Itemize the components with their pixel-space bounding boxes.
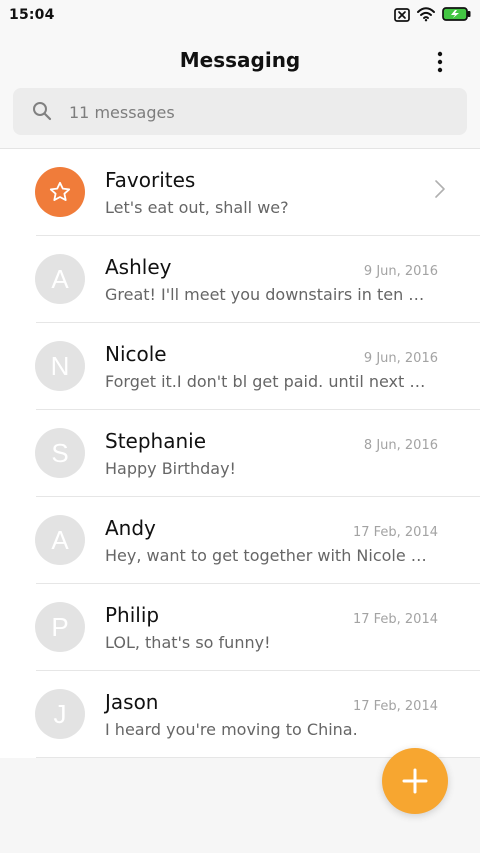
favorites-label: Favorites (105, 168, 196, 192)
message-date: 9 Jun, 2016 (363, 264, 438, 279)
conversation-row-stephanie[interactable]: S Stephanie Happy Birthday! 8 Jun, 2016 (0, 410, 480, 497)
top-area: 15:04 Messaging 11 messages (0, 0, 480, 148)
messaging-screen: 15:04 Messaging 11 messages Favorites Le… (0, 0, 480, 853)
conversation-row-philip[interactable]: P Philip LOL, that's so funny! 17 Feb, 2… (0, 584, 480, 671)
status-bar: 15:04 (0, 0, 480, 34)
close-box-icon (394, 7, 410, 26)
conversation-row-jason[interactable]: J Jason I heard you're moving to China. … (0, 671, 480, 758)
conversation-row-ashley[interactable]: A Ashley Great! I'll meet you downstairs… (0, 236, 480, 323)
favorites-preview: Let's eat out, shall we? (105, 198, 289, 217)
message-date: 17 Feb, 2014 (352, 525, 438, 540)
conversation-row-nicole[interactable]: N Nicole Forget it.I don't bl get paid. … (0, 323, 480, 410)
contact-avatar: A (35, 515, 85, 565)
message-preview: Happy Birthday! (105, 459, 236, 478)
conversation-row-andy[interactable]: A Andy Hey, want to get together with Ni… (0, 497, 480, 584)
contact-name: Philip (105, 603, 160, 627)
message-date: 9 Jun, 2016 (363, 351, 438, 366)
contact-name: Nicole (105, 342, 167, 366)
search-box[interactable] (13, 88, 467, 135)
message-preview: Hey, want to get together with Nicole … (105, 546, 427, 565)
conversation-list: Favorites Let's eat out, shall we? A Ash… (0, 148, 480, 758)
more-vertical-icon (437, 51, 443, 73)
contact-avatar: S (35, 428, 85, 478)
wifi-icon (416, 6, 436, 26)
favorites-avatar (35, 167, 85, 217)
message-date: 17 Feb, 2014 (352, 612, 438, 627)
plus-icon (402, 768, 428, 794)
search-input[interactable] (67, 97, 431, 127)
page-title: Messaging (179, 48, 301, 72)
new-message-button[interactable] (382, 748, 448, 814)
favorites-row[interactable]: Favorites Let's eat out, shall we? (0, 149, 480, 236)
search-icon (33, 102, 52, 121)
message-preview: Great! I'll meet you downstairs in ten … (105, 285, 425, 304)
message-date: 17 Feb, 2014 (352, 699, 438, 714)
contact-name: Ashley (105, 255, 172, 279)
star-icon (49, 181, 71, 201)
contact-avatar: A (35, 254, 85, 304)
contact-name: Andy (105, 516, 156, 540)
contact-avatar: J (35, 689, 85, 739)
contact-name: Stephanie (105, 429, 207, 453)
app-header: Messaging (0, 40, 480, 84)
status-icons (394, 6, 472, 26)
message-preview: LOL, that's so funny! (105, 633, 271, 652)
chevron-right-icon (435, 180, 445, 198)
contact-avatar: P (35, 602, 85, 652)
message-preview: Forget it.I don't bl get paid. until nex… (105, 372, 426, 391)
more-options-button[interactable] (422, 48, 458, 76)
contact-name: Jason (105, 690, 159, 714)
message-date: 8 Jun, 2016 (363, 438, 438, 453)
status-time: 15:04 (9, 7, 55, 23)
battery-charging-icon (442, 6, 472, 26)
contact-avatar: N (35, 341, 85, 391)
message-preview: I heard you're moving to China. (105, 720, 358, 739)
